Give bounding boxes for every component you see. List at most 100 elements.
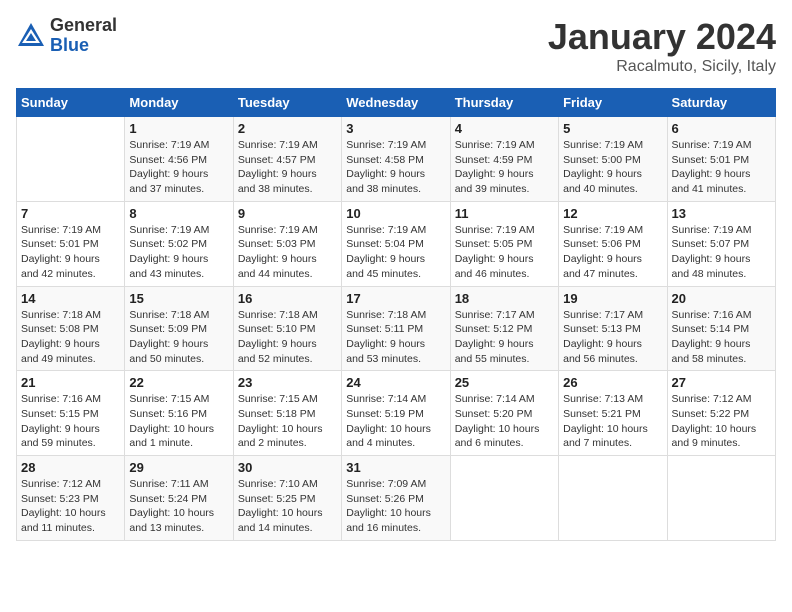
weekday-header: Wednesday xyxy=(342,89,450,117)
day-info: Sunrise: 7:19 AMSunset: 4:58 PMDaylight:… xyxy=(346,138,445,197)
day-number: 11 xyxy=(455,206,554,221)
day-info: Sunrise: 7:19 AMSunset: 4:56 PMDaylight:… xyxy=(129,138,228,197)
calendar-day-cell: 27Sunrise: 7:12 AMSunset: 5:22 PMDayligh… xyxy=(667,371,775,456)
calendar-day-cell: 3 Sunrise: 7:19 AMSunset: 4:58 PMDaylight… xyxy=(342,117,450,202)
calendar-day-cell: 30 Sunrise: 7:10 AMSunset: 5:25 PMDayligh… xyxy=(233,456,341,541)
calendar-day-cell: 16 Sunrise: 7:18 AMSunset: 5:10 PMDayligh… xyxy=(233,286,341,371)
day-info: Sunrise: 7:13 AMSunset: 5:21 PMDaylight:… xyxy=(563,392,662,451)
calendar-day-cell: 9 Sunrise: 7:19 AMSunset: 5:03 PMDaylight… xyxy=(233,201,341,286)
calendar-day-cell: 14 Sunrise: 7:18 AMSunset: 5:08 PMDayligh… xyxy=(17,286,125,371)
weekday-header: Tuesday xyxy=(233,89,341,117)
page-header: General Blue January 2024 Racalmuto, Sic… xyxy=(16,16,776,76)
day-number: 18 xyxy=(455,291,554,306)
calendar-day-cell xyxy=(559,456,667,541)
logo-icon xyxy=(16,21,46,51)
calendar-day-cell xyxy=(667,456,775,541)
calendar-day-cell: 1Sunrise: 7:19 AMSunset: 4:56 PMDaylight… xyxy=(125,117,233,202)
day-number: 3 xyxy=(346,121,445,136)
day-info: Sunrise: 7:14 AMSunset: 5:20 PMDaylight:… xyxy=(455,392,554,451)
weekday-header: Monday xyxy=(125,89,233,117)
calendar-day-cell: 6 Sunrise: 7:19 AMSunset: 5:01 PMDaylight… xyxy=(667,117,775,202)
day-info: Sunrise: 7:18 AMSunset: 5:09 PMDaylight:… xyxy=(129,308,228,367)
month-year: January 2024 xyxy=(548,16,776,58)
day-number: 9 xyxy=(238,206,337,221)
calendar-day-cell: 29Sunrise: 7:11 AMSunset: 5:24 PMDayligh… xyxy=(125,456,233,541)
day-number: 8 xyxy=(129,206,228,221)
day-number: 20 xyxy=(672,291,771,306)
calendar-day-cell: 31Sunrise: 7:09 AMSunset: 5:26 PMDayligh… xyxy=(342,456,450,541)
calendar-day-cell: 17Sunrise: 7:18 AMSunset: 5:11 PMDayligh… xyxy=(342,286,450,371)
day-number: 7 xyxy=(21,206,120,221)
day-number: 5 xyxy=(563,121,662,136)
day-number: 27 xyxy=(672,375,771,390)
day-info: Sunrise: 7:19 AMSunset: 5:06 PMDaylight:… xyxy=(563,223,662,282)
day-info: Sunrise: 7:18 AMSunset: 5:11 PMDaylight:… xyxy=(346,308,445,367)
day-number: 4 xyxy=(455,121,554,136)
calendar-day-cell: 23 Sunrise: 7:15 AMSunset: 5:18 PMDayligh… xyxy=(233,371,341,456)
weekday-header-row: SundayMondayTuesdayWednesdayThursdayFrid… xyxy=(17,89,776,117)
day-number: 22 xyxy=(129,375,228,390)
calendar-day-cell: 22 Sunrise: 7:15 AMSunset: 5:16 PMDayligh… xyxy=(125,371,233,456)
day-number: 12 xyxy=(563,206,662,221)
weekday-header: Saturday xyxy=(667,89,775,117)
calendar-week-row: 28Sunrise: 7:12 AMSunset: 5:23 PMDayligh… xyxy=(17,456,776,541)
day-info: Sunrise: 7:15 AMSunset: 5:16 PMDaylight:… xyxy=(129,392,228,451)
logo-blue: Blue xyxy=(50,36,117,56)
calendar-day-cell: 20Sunrise: 7:16 AMSunset: 5:14 PMDayligh… xyxy=(667,286,775,371)
day-number: 25 xyxy=(455,375,554,390)
calendar-day-cell: 24 Sunrise: 7:14 AMSunset: 5:19 PMDayligh… xyxy=(342,371,450,456)
calendar-day-cell: 11 Sunrise: 7:19 AMSunset: 5:05 PMDayligh… xyxy=(450,201,558,286)
day-info: Sunrise: 7:19 AMSunset: 5:05 PMDaylight:… xyxy=(455,223,554,282)
day-info: Sunrise: 7:17 AMSunset: 5:12 PMDaylight:… xyxy=(455,308,554,367)
calendar-day-cell: 13Sunrise: 7:19 AMSunset: 5:07 PMDayligh… xyxy=(667,201,775,286)
day-info: Sunrise: 7:19 AMSunset: 4:57 PMDaylight:… xyxy=(238,138,337,197)
day-number: 10 xyxy=(346,206,445,221)
calendar-day-cell xyxy=(17,117,125,202)
day-info: Sunrise: 7:18 AMSunset: 5:08 PMDaylight:… xyxy=(21,308,120,367)
day-info: Sunrise: 7:18 AMSunset: 5:10 PMDaylight:… xyxy=(238,308,337,367)
day-info: Sunrise: 7:19 AMSunset: 5:03 PMDaylight:… xyxy=(238,223,337,282)
day-info: Sunrise: 7:14 AMSunset: 5:19 PMDaylight:… xyxy=(346,392,445,451)
day-info: Sunrise: 7:11 AMSunset: 5:24 PMDaylight:… xyxy=(129,477,228,536)
location: Racalmuto, Sicily, Italy xyxy=(548,58,776,76)
day-number: 28 xyxy=(21,460,120,475)
title-block: January 2024 Racalmuto, Sicily, Italy xyxy=(548,16,776,76)
day-info: Sunrise: 7:19 AMSunset: 5:01 PMDaylight:… xyxy=(672,138,771,197)
calendar-day-cell: 19 Sunrise: 7:17 AMSunset: 5:13 PMDayligh… xyxy=(559,286,667,371)
day-number: 14 xyxy=(21,291,120,306)
day-number: 13 xyxy=(672,206,771,221)
calendar-day-cell: 5 Sunrise: 7:19 AMSunset: 5:00 PMDaylight… xyxy=(559,117,667,202)
calendar-day-cell xyxy=(450,456,558,541)
day-number: 19 xyxy=(563,291,662,306)
day-number: 21 xyxy=(21,375,120,390)
weekday-header: Thursday xyxy=(450,89,558,117)
calendar-week-row: 1Sunrise: 7:19 AMSunset: 4:56 PMDaylight… xyxy=(17,117,776,202)
calendar-day-cell: 25 Sunrise: 7:14 AMSunset: 5:20 PMDayligh… xyxy=(450,371,558,456)
day-info: Sunrise: 7:19 AMSunset: 5:04 PMDaylight:… xyxy=(346,223,445,282)
calendar-day-cell: 15Sunrise: 7:18 AMSunset: 5:09 PMDayligh… xyxy=(125,286,233,371)
day-number: 24 xyxy=(346,375,445,390)
calendar-day-cell: 28Sunrise: 7:12 AMSunset: 5:23 PMDayligh… xyxy=(17,456,125,541)
day-info: Sunrise: 7:19 AMSunset: 5:00 PMDaylight:… xyxy=(563,138,662,197)
day-number: 26 xyxy=(563,375,662,390)
day-number: 30 xyxy=(238,460,337,475)
day-number: 6 xyxy=(672,121,771,136)
calendar-day-cell: 26 Sunrise: 7:13 AMSunset: 5:21 PMDayligh… xyxy=(559,371,667,456)
logo-general: General xyxy=(50,16,117,36)
calendar-day-cell: 10 Sunrise: 7:19 AMSunset: 5:04 PMDayligh… xyxy=(342,201,450,286)
calendar-day-cell: 18 Sunrise: 7:17 AMSunset: 5:12 PMDayligh… xyxy=(450,286,558,371)
day-info: Sunrise: 7:10 AMSunset: 5:25 PMDaylight:… xyxy=(238,477,337,536)
day-info: Sunrise: 7:19 AMSunset: 4:59 PMDaylight:… xyxy=(455,138,554,197)
day-number: 23 xyxy=(238,375,337,390)
calendar-week-row: 21Sunrise: 7:16 AMSunset: 5:15 PMDayligh… xyxy=(17,371,776,456)
day-info: Sunrise: 7:19 AMSunset: 5:02 PMDaylight:… xyxy=(129,223,228,282)
day-info: Sunrise: 7:19 AMSunset: 5:01 PMDaylight:… xyxy=(21,223,120,282)
calendar-day-cell: 7 Sunrise: 7:19 AMSunset: 5:01 PMDaylight… xyxy=(17,201,125,286)
day-info: Sunrise: 7:15 AMSunset: 5:18 PMDaylight:… xyxy=(238,392,337,451)
day-info: Sunrise: 7:09 AMSunset: 5:26 PMDaylight:… xyxy=(346,477,445,536)
day-number: 16 xyxy=(238,291,337,306)
calendar-week-row: 7 Sunrise: 7:19 AMSunset: 5:01 PMDaylight… xyxy=(17,201,776,286)
calendar-week-row: 14 Sunrise: 7:18 AMSunset: 5:08 PMDayligh… xyxy=(17,286,776,371)
day-number: 2 xyxy=(238,121,337,136)
day-info: Sunrise: 7:17 AMSunset: 5:13 PMDaylight:… xyxy=(563,308,662,367)
